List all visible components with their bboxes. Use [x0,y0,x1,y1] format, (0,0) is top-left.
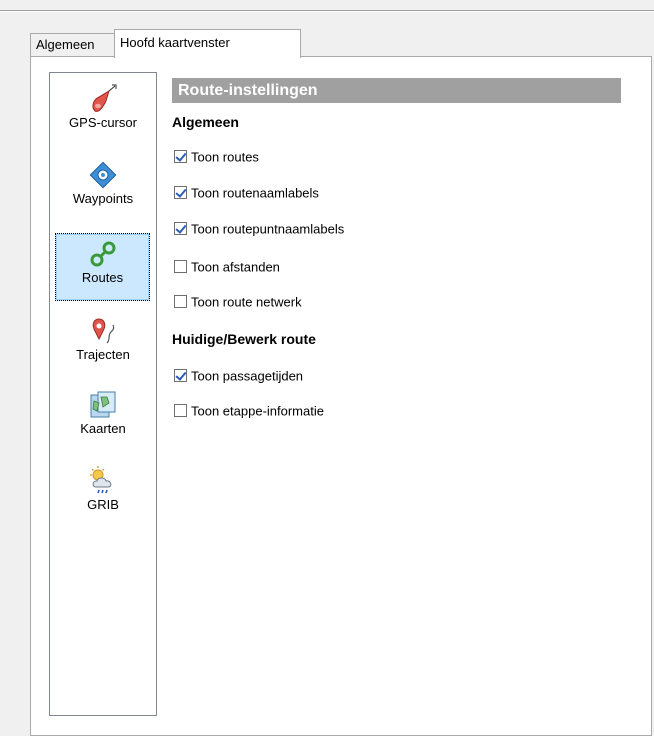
option-label: Toon routepuntnaamlabels [191,221,345,237]
option-label: Toon route netwerk [191,294,302,310]
sidebar-item-grib[interactable]: GRIB [54,465,152,512]
checkbox[interactable] [174,222,187,236]
option-toon-routepuntnaamlabels[interactable]: Toon routepuntnaamlabels [174,221,344,239]
sidebar-item-trajecten[interactable]: Trajecten [54,315,152,362]
sidebar-item-label: Kaarten [80,421,126,436]
weather-icon [90,466,112,494]
option-label: Toon etappe-informatie [191,403,324,419]
section-header-bar: Route-instellingen [172,78,621,103]
sidebar-item-routes[interactable]: Routes [55,233,150,301]
waypoint-icon [89,161,117,189]
checkbox[interactable] [174,260,187,274]
checkbox[interactable] [174,404,187,418]
gps-cursor-icon [92,84,117,112]
option-toon-passagetijden[interactable]: Toon passagetijden [174,368,303,386]
option-toon-route-netwerk[interactable]: Toon route netwerk [174,294,302,312]
option-label: Toon routenaamlabels [191,185,319,201]
option-toon-etappe-informatie[interactable]: Toon etappe-informatie [174,403,324,421]
option-toon-afstanden[interactable]: Toon afstanden [174,259,280,277]
track-icon [92,318,115,344]
option-label: Toon afstanden [191,259,280,275]
checkbox[interactable] [174,150,187,164]
category-sidebar: GPS-cursor Waypoints Routes Trajecten Ka… [49,72,157,716]
sidebar-item-label: Waypoints [72,191,134,206]
option-toon-routes[interactable]: Toon routes [174,149,259,167]
route-icon [90,241,115,267]
section-title-huidige-bewerk-route: Huidige/Bewerk route [172,331,316,347]
window-top-border [0,10,654,12]
map-icon [90,391,116,418]
option-label: Toon routes [191,149,259,165]
checkbox[interactable] [174,369,187,383]
sidebar-item-label: Routes [81,270,124,285]
option-toon-routenaamlabels[interactable]: Toon routenaamlabels [174,185,319,203]
sidebar-item-label: Trajecten [76,347,130,362]
section-title-algemeen: Algemeen [172,114,239,130]
tab-hoofd-kaartvenster[interactable]: Hoofd kaartvenster [114,29,301,58]
sidebar-item-label: GPS-cursor [69,115,137,130]
checkbox[interactable] [174,186,187,200]
sidebar-item-gps-cursor[interactable]: GPS-cursor [54,83,152,130]
checkbox[interactable] [174,295,187,309]
option-label: Toon passagetijden [191,368,304,384]
sidebar-item-label: GRIB [87,497,119,512]
tab-algemeen[interactable]: Algemeen [30,33,115,56]
sidebar-item-waypoints[interactable]: Waypoints [54,159,152,206]
sidebar-item-kaarten[interactable]: Kaarten [54,389,152,436]
